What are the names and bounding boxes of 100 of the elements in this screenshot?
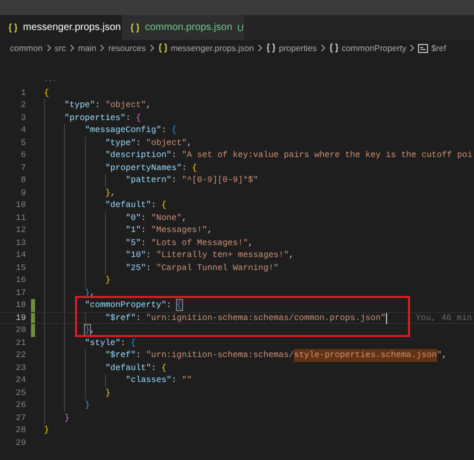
- json-key: "0": [44, 212, 141, 224]
- chevron-icon: [46, 44, 52, 52]
- punctuation: :: [151, 362, 158, 374]
- bracket: {: [44, 86, 50, 99]
- bracket: {: [192, 162, 198, 174]
- line-number: 23: [14, 362, 26, 374]
- punctuation: ,: [248, 236, 254, 249]
- json-key: "default": [44, 362, 152, 374]
- breadcrumb-item[interactable]: common: [10, 43, 43, 53]
- braces-icon: [8, 22, 18, 32]
- line-number: 25: [14, 386, 26, 399]
- json-string: ": [436, 349, 442, 362]
- line-number: 2: [20, 99, 26, 112]
- breadcrumb-item[interactable]: $ref: [431, 43, 446, 53]
- line-number: 27: [14, 412, 26, 424]
- line-number: 14: [14, 249, 26, 262]
- punctuation: :: [172, 374, 178, 386]
- line-number: 4: [20, 124, 26, 136]
- json-string: "Literally ten+ messages!": [156, 249, 289, 262]
- punctuation: :: [136, 312, 142, 323]
- punctuation: :: [140, 212, 148, 224]
- git-blame-annotation: You, 46 min: [416, 312, 472, 323]
- bracket: {: [130, 336, 136, 349]
- line-number: 22: [14, 349, 26, 362]
- json-string: "object": [146, 136, 187, 149]
- text-cursor: [386, 312, 387, 324]
- line-number: 11: [14, 212, 26, 224]
- chevron-icon: [68, 44, 75, 52]
- json-key: "10": [44, 249, 146, 262]
- punctuation: :: [161, 124, 168, 136]
- json-string: "None": [151, 212, 182, 224]
- punctuation: :: [136, 136, 142, 149]
- json-key: "propertyNames": [44, 162, 182, 174]
- line-number: 5: [20, 136, 26, 149]
- punctuation: :: [120, 336, 127, 349]
- punctuation: :: [166, 299, 173, 312]
- editor-tab[interactable]: common.props.json U: [122, 15, 244, 40]
- punctuation: :: [172, 174, 178, 186]
- json-key: "1": [44, 224, 141, 236]
- json-key: "properties": [44, 112, 126, 124]
- breadcrumb-item[interactable]: properties: [278, 43, 317, 53]
- line-number: 28: [14, 424, 26, 436]
- line-number: 6: [20, 149, 26, 162]
- punctuation: :: [146, 249, 152, 262]
- line-number: 10: [14, 199, 26, 212]
- json-string: "urn:ignition-schema:schemas/: [146, 349, 294, 362]
- line-number: 21: [14, 336, 26, 349]
- search-match: style-properties.schema.json: [294, 349, 437, 362]
- punctuation: :: [140, 236, 148, 249]
- breadcrumb-item[interactable]: src: [54, 43, 66, 53]
- chevron-icon: [256, 44, 263, 52]
- bracket: }: [63, 412, 70, 424]
- punctuation: :: [126, 112, 132, 124]
- json-key: "type": [44, 136, 136, 149]
- json-key: "$ref": [44, 312, 136, 323]
- line-number: 26: [14, 399, 26, 412]
- json-key: "$ref": [44, 349, 136, 362]
- chevron-icon: [409, 44, 416, 52]
- json-string: "Messages!": [151, 224, 208, 236]
- json-key: "classes": [44, 374, 172, 386]
- matched-bracket: {: [176, 299, 182, 312]
- breadcrumb-item[interactable]: messenger.props.json: [170, 43, 254, 53]
- punctuation: :: [182, 162, 188, 174]
- breadcrumb-item[interactable]: main: [78, 43, 96, 53]
- line-number: 24: [14, 374, 26, 386]
- json-key: "commonProperty": [44, 299, 166, 312]
- braces-icon: [130, 22, 140, 32]
- line-number: 8: [20, 174, 26, 186]
- punctuation: ,: [182, 212, 187, 224]
- line-number: 17: [14, 286, 26, 299]
- json-key: "5": [44, 236, 141, 249]
- bracket: {: [136, 112, 141, 124]
- chevron-icon: [99, 44, 106, 52]
- line-number: 1: [20, 86, 26, 99]
- punctuation: :: [151, 199, 158, 212]
- breadcrumb-item[interactable]: resources: [108, 43, 146, 53]
- chevron-icon: [148, 44, 155, 52]
- braces-icon: [266, 43, 276, 53]
- json-string: "^[0-9][0-9]*$": [182, 174, 258, 186]
- punctuation: ,: [207, 224, 212, 236]
- json-string: "Carpal Tunnel Warning!": [156, 262, 279, 274]
- line-number: 13: [14, 236, 26, 249]
- json-string: "A set of key:value pairs where the key is the cutoff poi: [182, 149, 472, 162]
- json-key: "description": [44, 149, 172, 162]
- line-number: 7: [20, 162, 26, 174]
- breadcrumb-item[interactable]: commonProperty: [342, 43, 406, 53]
- json-key: "25": [44, 262, 146, 274]
- punctuation: ,: [146, 99, 152, 112]
- punctuation: ,: [288, 249, 294, 262]
- chevron-icon: [320, 44, 326, 52]
- line-number: 9: [20, 186, 26, 199]
- editor-tab[interactable]: messenger.props.json: [0, 15, 122, 40]
- json-string: "": [182, 374, 192, 386]
- punctuation: :: [172, 149, 178, 162]
- bracket: {: [161, 362, 166, 374]
- json-string: "Lots of Messages!": [151, 236, 248, 249]
- punctuation: ,: [442, 349, 448, 362]
- json-string: "object": [105, 99, 146, 112]
- punctuation: :: [95, 99, 102, 112]
- matched-bracket: }: [84, 324, 90, 336]
